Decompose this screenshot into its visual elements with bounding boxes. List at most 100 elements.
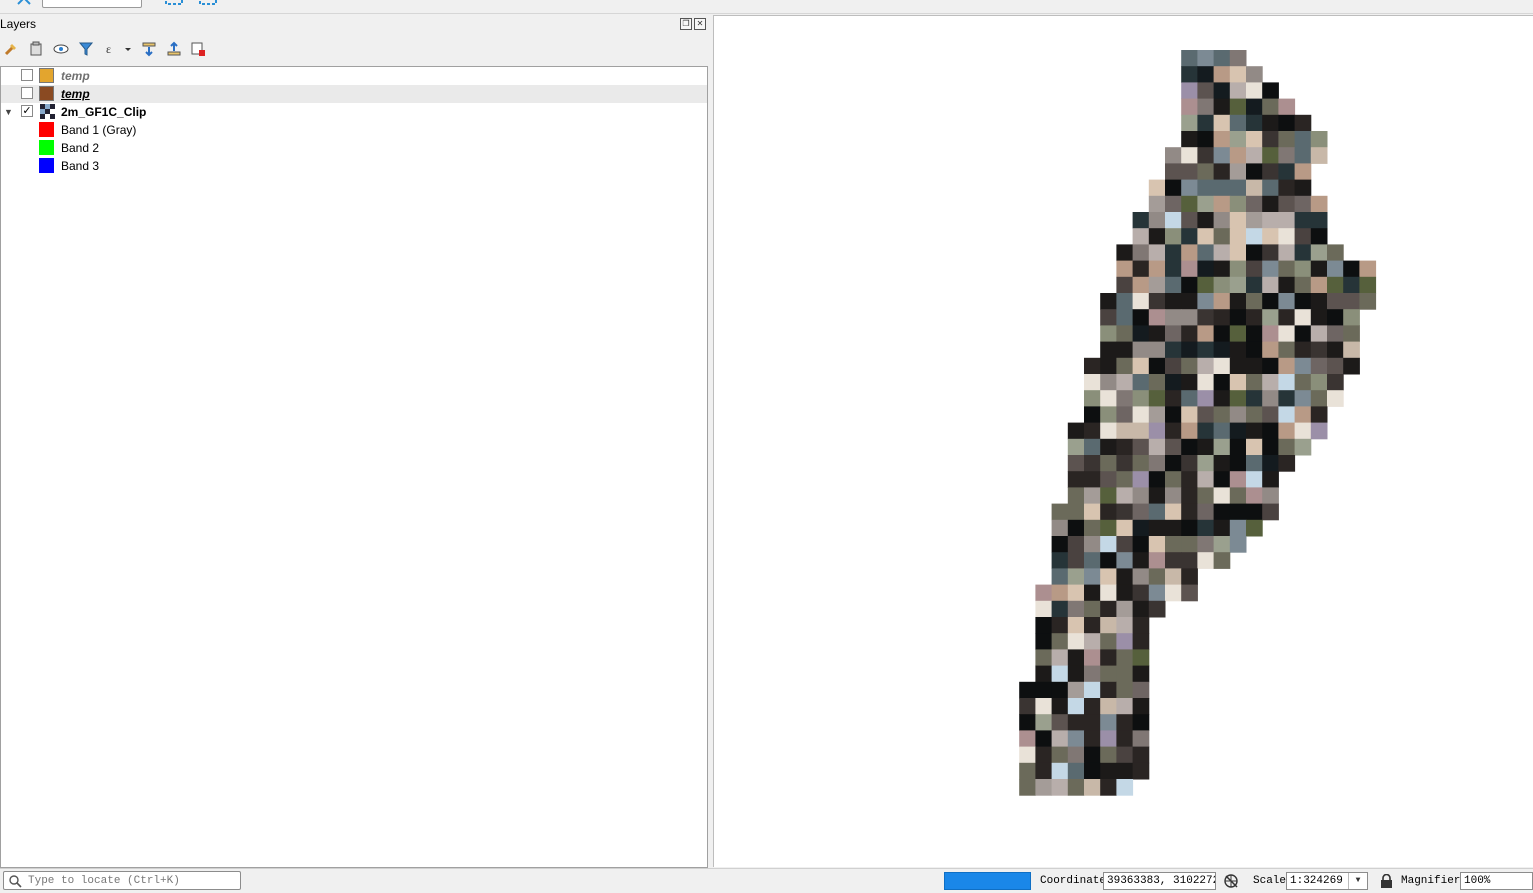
raster-pixel	[1343, 341, 1360, 359]
close-panel-icon[interactable]: ✕	[694, 18, 706, 30]
raster-pixel	[1310, 406, 1328, 424]
pan-icon[interactable]	[16, 0, 32, 6]
style-manager-icon[interactable]	[2, 40, 20, 58]
raster-pixel	[1246, 82, 1263, 100]
raster-pixel	[1213, 114, 1231, 132]
toolbar-field[interactable]	[42, 0, 142, 8]
raster-pixel	[1246, 244, 1263, 262]
raster-pixel	[1165, 519, 1182, 537]
raster-pixel	[1116, 406, 1134, 424]
raster-pixel	[1116, 568, 1134, 586]
raster-pixel	[1213, 260, 1231, 278]
layer-checkbox[interactable]	[21, 87, 33, 99]
raster-pixel	[1100, 390, 1117, 407]
filter-by-expression-icon[interactable]: ε	[104, 40, 134, 58]
raster-pixel	[1181, 147, 1198, 164]
raster-pixel	[1084, 665, 1101, 683]
raster-pixel	[1229, 325, 1247, 343]
raster-pixel	[1343, 293, 1360, 310]
raster-pixel	[1262, 471, 1279, 488]
raster-pixel	[1310, 374, 1328, 391]
raster-pixel	[1067, 665, 1085, 683]
raster-pixel	[1213, 471, 1231, 488]
raster-pixel	[1229, 195, 1247, 213]
select-feature-icon[interactable]	[164, 0, 183, 6]
coordinate-label: Coordinate	[1040, 875, 1107, 887]
raster-pixel	[1181, 568, 1198, 586]
raster-pixel	[1181, 131, 1198, 148]
raster-pixel	[1197, 66, 1215, 83]
raster-pixel	[1165, 503, 1182, 521]
raster-pixel	[1278, 212, 1296, 229]
raster-pixel	[1278, 406, 1296, 424]
raster-pixel	[1148, 260, 1166, 278]
layer-symbol-swatch	[39, 86, 54, 101]
toggle-extents-icon[interactable]	[1223, 873, 1240, 893]
expand-all-icon[interactable]	[140, 40, 158, 58]
raster-pixel	[1165, 568, 1182, 586]
raster-pixel	[1100, 779, 1117, 796]
layer-row-temp-1[interactable]: temp	[1, 67, 707, 85]
layer-row-2m-gf1c-clip[interactable]: ▼ ✓ 2m_GF1C_Clip	[1, 103, 707, 121]
raster-pixel	[1229, 66, 1247, 83]
raster-pixel	[1084, 471, 1101, 488]
add-group-icon[interactable]	[27, 40, 45, 58]
scale-combobox[interactable]: 1:324269 ▼	[1286, 872, 1368, 890]
raster-pixel	[1084, 617, 1101, 634]
expand-arrow-icon[interactable]: ▼	[4, 107, 13, 117]
raster-pixel	[1294, 357, 1312, 375]
raster-pixel	[1229, 341, 1247, 359]
identify-icon[interactable]	[197, 0, 217, 6]
raster-pixel	[1310, 390, 1328, 407]
chevron-down-icon[interactable]: ▼	[1348, 873, 1367, 889]
raster-pixel	[1246, 212, 1263, 229]
raster-pixel	[1262, 406, 1279, 424]
raster-pixel	[1213, 341, 1231, 359]
raster-pixel	[1148, 212, 1166, 229]
filter-legend-icon[interactable]	[77, 40, 95, 58]
lock-icon[interactable]	[1380, 873, 1393, 892]
layer-checkbox[interactable]: ✓	[21, 105, 33, 117]
raster-pixel	[1246, 471, 1263, 488]
raster-pixel	[1262, 438, 1279, 456]
float-panel-icon[interactable]: ❐	[680, 18, 692, 30]
raster-pixel	[1213, 503, 1231, 521]
raster-pixel	[1148, 536, 1166, 553]
manage-visibility-icon[interactable]	[52, 40, 70, 58]
raster-pixel	[1067, 422, 1085, 440]
magnifier-field[interactable]: 100%	[1460, 872, 1533, 890]
raster-pixel	[1100, 762, 1117, 780]
raster-pixel	[1213, 519, 1231, 537]
remove-layer-icon[interactable]	[189, 40, 207, 58]
status-bar: Type to locate (Ctrl+K) Coordinate 39363…	[0, 868, 1533, 893]
legend-label: Band 3	[61, 159, 100, 173]
raster-pixel	[1278, 293, 1296, 310]
raster-pixel	[1197, 163, 1215, 181]
raster-pixel	[1067, 730, 1085, 748]
raster-pixel	[1116, 276, 1134, 294]
raster-pixel	[1165, 584, 1182, 602]
raster-pixel	[1213, 66, 1231, 83]
locator-search-input[interactable]: Type to locate (Ctrl+K)	[3, 871, 241, 890]
layer-row-temp-2[interactable]: temp	[1, 85, 707, 103]
raster-pixel	[1229, 147, 1247, 164]
map-canvas[interactable]	[713, 15, 1533, 867]
raster-pixel	[1278, 357, 1296, 375]
raster-pixel	[1246, 309, 1263, 326]
raster-pixel	[1294, 114, 1312, 132]
raster-pixel	[1100, 519, 1117, 537]
raster-pixel	[1310, 212, 1328, 229]
raster-pixel	[1213, 455, 1231, 472]
raster-pixel	[1181, 374, 1198, 391]
raster-pixel	[1132, 681, 1150, 699]
raster-pixel	[1213, 228, 1231, 245]
raster-pixel	[1165, 390, 1182, 407]
raster-pixel	[1051, 503, 1069, 521]
layer-checkbox[interactable]	[21, 69, 33, 81]
coordinate-field[interactable]: 39363383, 3102272	[1103, 872, 1216, 890]
raster-pixel	[1035, 698, 1053, 715]
collapse-all-icon[interactable]	[165, 40, 183, 58]
raster-pixel	[1213, 82, 1231, 100]
raster-pixel	[1213, 487, 1231, 505]
raster-pixel	[1165, 163, 1182, 181]
